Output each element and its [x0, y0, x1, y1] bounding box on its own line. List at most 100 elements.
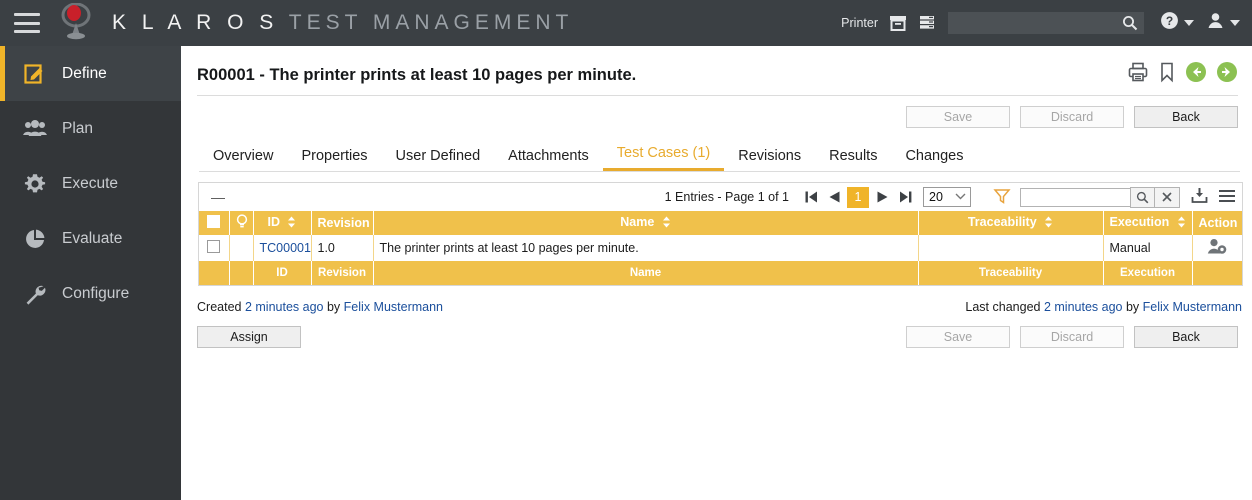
assign-user-icon[interactable]	[1207, 239, 1227, 258]
footer-id: ID	[253, 261, 312, 285]
created-time[interactable]: 2 minutes ago	[245, 300, 324, 314]
current-page-button[interactable]: 1	[847, 186, 869, 208]
back-button-top[interactable]: Back	[1134, 106, 1238, 128]
tab-properties[interactable]: Properties	[287, 148, 381, 171]
svg-text:?: ?	[1166, 14, 1173, 28]
select-all-header[interactable]	[199, 211, 230, 235]
tab-test-cases[interactable]: Test Cases (1)	[602, 145, 725, 171]
column-header-action: Action	[1192, 211, 1242, 235]
tab-results[interactable]: Results	[815, 148, 891, 171]
test-case-id-link[interactable]: TC00001	[260, 241, 311, 255]
row-checkbox[interactable]	[207, 240, 221, 253]
sidebar-item-evaluate[interactable]: Evaluate	[0, 211, 181, 266]
sort-icon[interactable]	[1044, 216, 1053, 231]
last-changed-info: Last changed 2 minutes ago by Felix Must…	[965, 300, 1242, 314]
sort-icon[interactable]	[1177, 216, 1186, 231]
previous-page-icon[interactable]	[824, 187, 844, 207]
global-search-input[interactable]	[948, 12, 1144, 34]
help-icon[interactable]: ?	[1160, 11, 1179, 35]
select-all-checkbox[interactable]	[207, 215, 221, 228]
last-page-icon[interactable]	[895, 187, 915, 207]
collapse-panel-button[interactable]: —	[211, 190, 229, 204]
footer-revision: Revision	[311, 261, 374, 285]
user-menu[interactable]	[1206, 11, 1240, 35]
top-header-bar: K L A R O S TEST MANAGEMENT Printer ?	[0, 0, 1252, 46]
chevron-down-icon	[954, 190, 967, 204]
entries-summary: 1 Entries - Page 1 of 1	[664, 190, 789, 204]
search-icon[interactable]	[1122, 15, 1138, 36]
column-header-revision[interactable]: Revision	[311, 211, 374, 235]
row-id-cell[interactable]: TC00001	[253, 235, 312, 261]
sidebar-item-configure[interactable]: Configure	[0, 266, 181, 321]
previous-arrow-icon[interactable]	[1185, 61, 1207, 88]
column-label: Traceability	[967, 215, 1037, 230]
column-label: Name	[620, 215, 655, 230]
user-icon[interactable]	[1206, 11, 1225, 35]
list-menu-icon[interactable]	[1218, 188, 1236, 207]
column-header-execution[interactable]: Execution	[1103, 211, 1193, 235]
row-action-cell[interactable]	[1192, 235, 1242, 261]
database-icon[interactable]	[917, 13, 937, 33]
bulb-column-header	[229, 211, 254, 235]
tab-attachments[interactable]: Attachments	[494, 148, 603, 171]
page-size-select[interactable]: 20	[923, 187, 971, 207]
discard-button-bottom[interactable]: Discard	[1020, 326, 1124, 348]
pie-chart-icon	[22, 226, 48, 252]
main-content: R00001 - The printer prints at least 10 …	[181, 46, 1252, 500]
save-button-bottom[interactable]: Save	[906, 326, 1010, 348]
print-icon[interactable]	[1127, 61, 1149, 88]
archive-box-icon[interactable]	[888, 13, 908, 33]
filter-funnel-icon[interactable]	[993, 187, 1011, 208]
test-cases-table-panel: — 1 Entries - Page 1 of 1 1 20 ID Revisi…	[198, 182, 1243, 286]
changed-prefix: Last changed	[965, 300, 1041, 314]
tab-user-defined[interactable]: User Defined	[382, 148, 495, 171]
tab-overview[interactable]: Overview	[199, 148, 287, 171]
tab-bar: Overview Properties User Defined Attachm…	[199, 142, 1240, 172]
back-button-bottom[interactable]: Back	[1134, 326, 1238, 348]
column-header-traceability[interactable]: Traceability	[918, 211, 1104, 235]
row-name-cell: The printer prints at least 10 pages per…	[373, 235, 919, 261]
sidebar-item-define[interactable]: Define	[0, 46, 181, 101]
assign-button[interactable]: Assign	[197, 326, 301, 348]
footer-execution: Execution	[1103, 261, 1193, 285]
changed-time[interactable]: 2 minutes ago	[1044, 300, 1123, 314]
created-by-user[interactable]: Felix Mustermann	[344, 300, 443, 314]
edit-document-icon	[22, 61, 48, 87]
table-search-input[interactable]	[1020, 187, 1130, 207]
clear-x-icon[interactable]	[1155, 186, 1180, 208]
save-button-top[interactable]: Save	[906, 106, 1010, 128]
project-context-label: Printer	[841, 16, 878, 30]
changed-by-user[interactable]: Felix Mustermann	[1143, 300, 1242, 314]
people-icon	[22, 116, 48, 142]
sidebar-item-plan[interactable]: Plan	[0, 101, 181, 156]
footer-action	[1192, 261, 1242, 285]
tab-revisions[interactable]: Revisions	[724, 148, 815, 171]
column-header-id[interactable]: ID	[253, 211, 312, 235]
next-page-icon[interactable]	[872, 187, 892, 207]
created-info: Created 2 minutes ago by Felix Musterman…	[197, 300, 443, 314]
klaros-logo	[54, 2, 98, 43]
column-header-name[interactable]: Name	[373, 211, 919, 235]
changed-by-prefix: by	[1125, 300, 1140, 314]
help-menu[interactable]: ?	[1160, 11, 1194, 35]
sidebar-item-execute[interactable]: Execute	[0, 156, 181, 211]
brand-title: K L A R O S TEST MANAGEMENT	[112, 11, 573, 35]
table-row[interactable]: TC00001 1.0 The printer prints at least …	[199, 235, 1242, 261]
first-page-icon[interactable]	[801, 187, 821, 207]
brand-primary: K L A R O S	[112, 11, 279, 34]
chevron-down-icon[interactable]	[1184, 20, 1194, 26]
table-footer-row: ID Revision Name Traceability Execution	[199, 261, 1242, 285]
hamburger-icon[interactable]	[14, 13, 40, 33]
sidebar-item-label: Evaluate	[62, 229, 123, 247]
search-icon[interactable]	[1130, 186, 1155, 208]
discard-button-top[interactable]: Discard	[1020, 106, 1124, 128]
sort-icon[interactable]	[287, 216, 296, 231]
column-label: Execution	[1109, 215, 1170, 230]
tab-changes[interactable]: Changes	[891, 148, 977, 171]
chevron-down-icon[interactable]	[1230, 20, 1240, 26]
bookmark-icon[interactable]	[1158, 61, 1176, 88]
sort-icon[interactable]	[662, 216, 671, 231]
export-download-icon[interactable]	[1190, 186, 1209, 208]
next-arrow-icon[interactable]	[1216, 61, 1238, 88]
row-select-cell[interactable]	[199, 235, 230, 261]
